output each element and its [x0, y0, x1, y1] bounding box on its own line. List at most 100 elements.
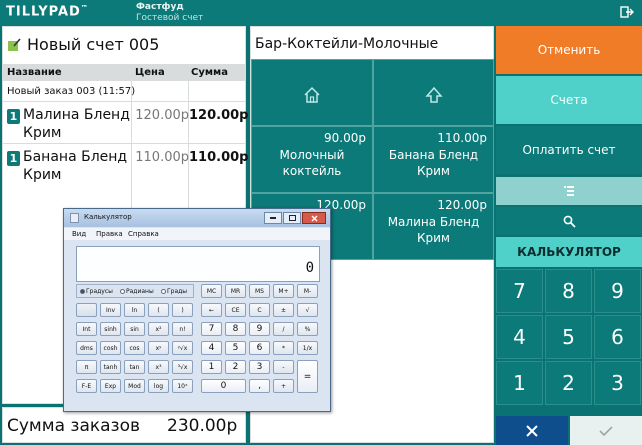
key-log[interactable]: log	[148, 379, 169, 393]
keypad-key-3[interactable]: 3	[594, 361, 641, 405]
key-5[interactable]: 5	[225, 341, 246, 355]
key-m-minus[interactable]: M-	[297, 284, 318, 298]
keypad-key-7[interactable]: 7	[496, 269, 543, 313]
table-row[interactable]: 1 Малина Бленд Крим 120.00р 120.00р	[3, 101, 248, 143]
key-mod[interactable]: Mod	[124, 379, 145, 393]
key-open-paren[interactable]: (	[148, 303, 169, 317]
key-cube-root[interactable]: ³√x	[172, 360, 193, 374]
key-4[interactable]: 4	[201, 341, 222, 355]
product-tile[interactable]: 90.00р Молочный коктейль	[251, 126, 373, 193]
maximize-button[interactable]	[283, 212, 301, 224]
order-line[interactable]: Новый заказ 003 (11:57)	[7, 86, 135, 97]
key-8[interactable]: 8	[225, 322, 246, 336]
key-mr[interactable]: MR	[225, 284, 246, 298]
key-blank[interactable]	[76, 303, 97, 317]
keypad-key-5[interactable]: 5	[545, 315, 592, 359]
minimize-button[interactable]	[264, 212, 282, 224]
product-tile[interactable]: 120.00р Малина Бленд Крим	[373, 193, 494, 260]
maximize-icon	[288, 215, 296, 221]
calculator-display: 0	[76, 246, 320, 282]
calculator-window[interactable]: Калькулятор Вид Правка Справка 0 Градусы…	[63, 208, 331, 412]
key-ln[interactable]: ln	[124, 303, 145, 317]
key-root-y[interactable]: ʸ√x	[172, 341, 193, 355]
key-6[interactable]: 6	[249, 341, 270, 355]
item-name: Малина Бленд Крим	[23, 107, 130, 141]
close-window-button[interactable]	[302, 212, 326, 224]
key-cos[interactable]: cos	[124, 341, 145, 355]
key-cosh[interactable]: cosh	[100, 341, 121, 355]
product-name: Малина Бленд Крим	[387, 215, 480, 245]
key-9[interactable]: 9	[249, 322, 270, 336]
calculator-title: Калькулятор	[84, 213, 132, 221]
key-7[interactable]: 7	[201, 322, 222, 336]
key-dms[interactable]: dms	[76, 341, 97, 355]
key-0[interactable]: 0	[201, 379, 246, 393]
home-button[interactable]	[251, 59, 373, 126]
key-square[interactable]: x²	[148, 322, 169, 336]
table-row[interactable]: 1 Банана Бленд Крим 110.00р 110.00р	[3, 143, 248, 185]
key-divide[interactable]: /	[273, 322, 294, 336]
key-2[interactable]: 2	[225, 360, 246, 374]
key-mc[interactable]: MC	[201, 284, 222, 298]
key-int[interactable]: Int	[76, 322, 97, 336]
key-minus[interactable]: -	[273, 360, 294, 374]
mode-radians[interactable]: Радианы	[120, 288, 154, 295]
confirm-button[interactable]	[570, 416, 642, 445]
key-tanh[interactable]: tanh	[100, 360, 121, 374]
key-decimal[interactable]: ,	[249, 379, 270, 393]
key-cube[interactable]: x³	[148, 360, 169, 374]
key-3[interactable]: 3	[249, 360, 270, 374]
mode-degrees[interactable]: Градусы	[80, 288, 113, 295]
key-power[interactable]: xʸ	[148, 341, 169, 355]
key-close-paren[interactable]: )	[172, 303, 193, 317]
key-ce[interactable]: CE	[225, 303, 246, 317]
mode-label: Грады	[167, 288, 188, 295]
menu-item-edit[interactable]: Правка	[96, 230, 123, 238]
up-button[interactable]	[373, 59, 494, 126]
key-multiply[interactable]: *	[273, 341, 294, 355]
radio-icon	[80, 289, 85, 294]
key-fe[interactable]: F-E	[76, 379, 97, 393]
list-button[interactable]	[496, 177, 642, 205]
app-logo: TILLYPAD™	[6, 4, 89, 19]
menu-item-help[interactable]: Справка	[128, 230, 159, 238]
key-sinh[interactable]: sinh	[100, 322, 121, 336]
key-1[interactable]: 1	[201, 360, 222, 374]
key-factorial[interactable]: n!	[172, 322, 193, 336]
key-percent[interactable]: %	[297, 322, 318, 336]
mode-grads[interactable]: Грады	[161, 288, 187, 295]
key-plus-minus[interactable]: ±	[273, 303, 294, 317]
key-inv[interactable]: Inv	[100, 303, 121, 317]
keypad-key-1[interactable]: 1	[496, 361, 543, 405]
keypad-key-4[interactable]: 4	[496, 315, 543, 359]
key-equals[interactable]: =	[297, 360, 318, 393]
key-sin[interactable]: sin	[124, 322, 145, 336]
key-reciprocal[interactable]: 1/x	[297, 341, 318, 355]
key-ms[interactable]: MS	[249, 284, 270, 298]
clear-button[interactable]	[496, 416, 568, 445]
actions-panel: Отменить Счета Оплатить счет КАЛЬКУЛЯТОР…	[496, 26, 642, 445]
key-m-plus[interactable]: M+	[273, 284, 294, 298]
keypad-key-6[interactable]: 6	[594, 315, 641, 359]
exit-icon[interactable]	[620, 5, 634, 19]
key-plus[interactable]: +	[273, 379, 294, 393]
category-title: Бар-Коктейли-Молочные	[255, 36, 439, 52]
product-tile[interactable]: 110.00р Банана Бленд Крим	[373, 126, 494, 193]
pay-bill-button[interactable]: Оплатить счет	[496, 126, 642, 174]
key-sqrt[interactable]: √	[297, 303, 318, 317]
key-exp[interactable]: Exp	[100, 379, 121, 393]
key-ten-power[interactable]: 10ˣ	[172, 379, 193, 393]
key-tan[interactable]: tan	[124, 360, 145, 374]
calculator-titlebar[interactable]: Калькулятор	[64, 209, 330, 227]
cancel-button[interactable]: Отменить	[496, 26, 642, 74]
bills-button[interactable]: Счета	[496, 76, 642, 124]
search-button[interactable]	[496, 207, 642, 235]
key-backspace[interactable]: ←	[201, 303, 222, 317]
calculator-button[interactable]: КАЛЬКУЛЯТОР	[496, 237, 642, 267]
key-pi[interactable]: π	[76, 360, 97, 374]
keypad-key-8[interactable]: 8	[545, 269, 592, 313]
key-c[interactable]: C	[249, 303, 270, 317]
menu-item-view[interactable]: Вид	[72, 230, 86, 238]
keypad-key-2[interactable]: 2	[545, 361, 592, 405]
keypad-key-9[interactable]: 9	[594, 269, 641, 313]
